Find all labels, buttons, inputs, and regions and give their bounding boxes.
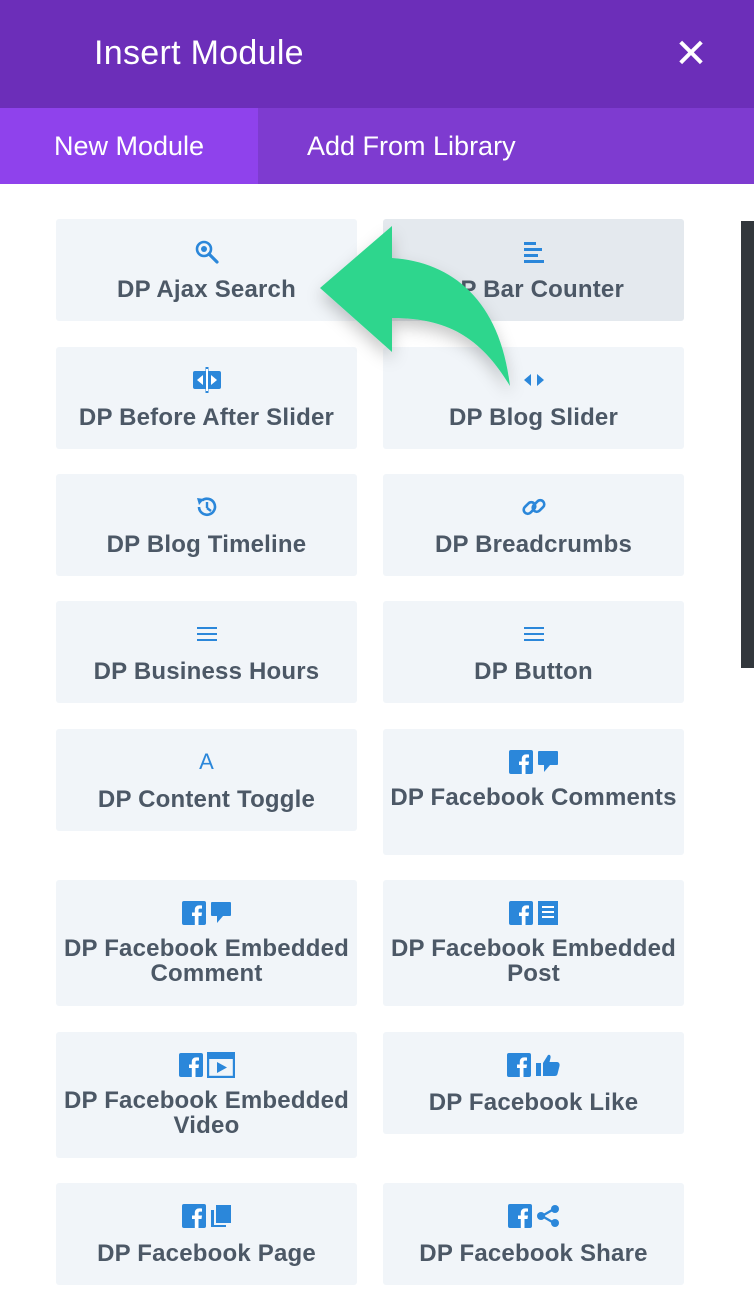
bar-lines-icon xyxy=(383,239,684,265)
module-label: DP Facebook Page xyxy=(97,1240,316,1267)
insert-module-modal: Insert Module ✕ New Module Add From Libr… xyxy=(0,0,754,1308)
slider-arrows-icon xyxy=(383,367,684,393)
facebook-page-icon xyxy=(56,1203,357,1229)
link-icon xyxy=(383,494,684,520)
tab-add-from-library[interactable]: Add From Library xyxy=(258,108,598,184)
module-label: DP Facebook Embedded Post xyxy=(391,935,676,987)
module-label: DP Blog Timeline xyxy=(106,531,307,558)
module-label: DP Facebook Embedded Video xyxy=(64,1087,349,1139)
module-dp-before-after-slider[interactable]: DP Before After Slider xyxy=(56,347,357,449)
module-label: DP Blog Slider xyxy=(448,404,619,431)
module-label: DP Bar Counter xyxy=(442,276,625,303)
facebook-like-icon xyxy=(383,1052,684,1078)
module-dp-facebook-page[interactable]: DP Facebook Page xyxy=(56,1183,357,1285)
module-grid: DP Ajax Search DP Bar Counter DP Before … xyxy=(0,184,754,1308)
module-label: DP Facebook Share xyxy=(419,1240,648,1267)
module-label: DP Before After Slider xyxy=(78,404,335,431)
facebook-comment-icon xyxy=(56,900,357,926)
menu-lines-icon xyxy=(383,621,684,647)
module-label: DP Ajax Search xyxy=(117,276,296,303)
search-icon xyxy=(56,239,357,265)
history-clock-icon xyxy=(56,494,357,520)
module-label: DP Facebook Comments xyxy=(390,784,677,811)
module-dp-facebook-embedded-post[interactable]: DP Facebook Embedded Post xyxy=(383,880,684,1006)
module-dp-facebook-embedded-video[interactable]: DP Facebook Embedded Video xyxy=(56,1032,357,1158)
module-label: DP Content Toggle xyxy=(97,786,316,813)
modal-header: Insert Module ✕ xyxy=(0,0,754,108)
facebook-post-icon xyxy=(383,900,684,926)
module-dp-ajax-search[interactable]: DP Ajax Search xyxy=(56,219,357,321)
module-dp-facebook-like[interactable]: DP Facebook Like xyxy=(383,1032,684,1134)
modal-title: Insert Module xyxy=(94,34,304,72)
module-dp-facebook-embedded-comment[interactable]: DP Facebook Embedded Comment xyxy=(56,880,357,1006)
letter-a-icon: A xyxy=(199,749,214,774)
module-dp-business-hours[interactable]: DP Business Hours xyxy=(56,601,357,703)
facebook-comment-icon xyxy=(383,749,684,775)
facebook-video-icon xyxy=(56,1052,357,1078)
scrollbar-thumb[interactable] xyxy=(741,221,754,668)
module-dp-button[interactable]: DP Button xyxy=(383,601,684,703)
module-dp-breadcrumbs[interactable]: DP Breadcrumbs xyxy=(383,474,684,576)
tab-bar: New Module Add From Library xyxy=(0,108,754,184)
module-dp-bar-counter[interactable]: DP Bar Counter xyxy=(383,219,684,321)
module-dp-facebook-share[interactable]: DP Facebook Share xyxy=(383,1183,684,1285)
module-label: DP Business Hours xyxy=(93,658,320,685)
module-label: DP Breadcrumbs xyxy=(434,531,633,558)
module-label: DP Button xyxy=(474,658,593,685)
facebook-share-icon xyxy=(383,1203,684,1229)
tab-new-module[interactable]: New Module xyxy=(0,108,258,184)
module-dp-facebook-comments[interactable]: DP Facebook Comments xyxy=(383,729,684,855)
module-dp-blog-slider[interactable]: DP Blog Slider xyxy=(383,347,684,449)
module-label: DP Facebook Embedded Comment xyxy=(64,935,349,987)
before-after-icon xyxy=(56,367,357,393)
menu-lines-icon xyxy=(56,621,357,647)
module-dp-blog-timeline[interactable]: DP Blog Timeline xyxy=(56,474,357,576)
module-dp-content-toggle[interactable]: A DP Content Toggle xyxy=(56,729,357,831)
close-icon[interactable]: ✕ xyxy=(670,33,712,75)
module-label: DP Facebook Like xyxy=(428,1089,639,1116)
